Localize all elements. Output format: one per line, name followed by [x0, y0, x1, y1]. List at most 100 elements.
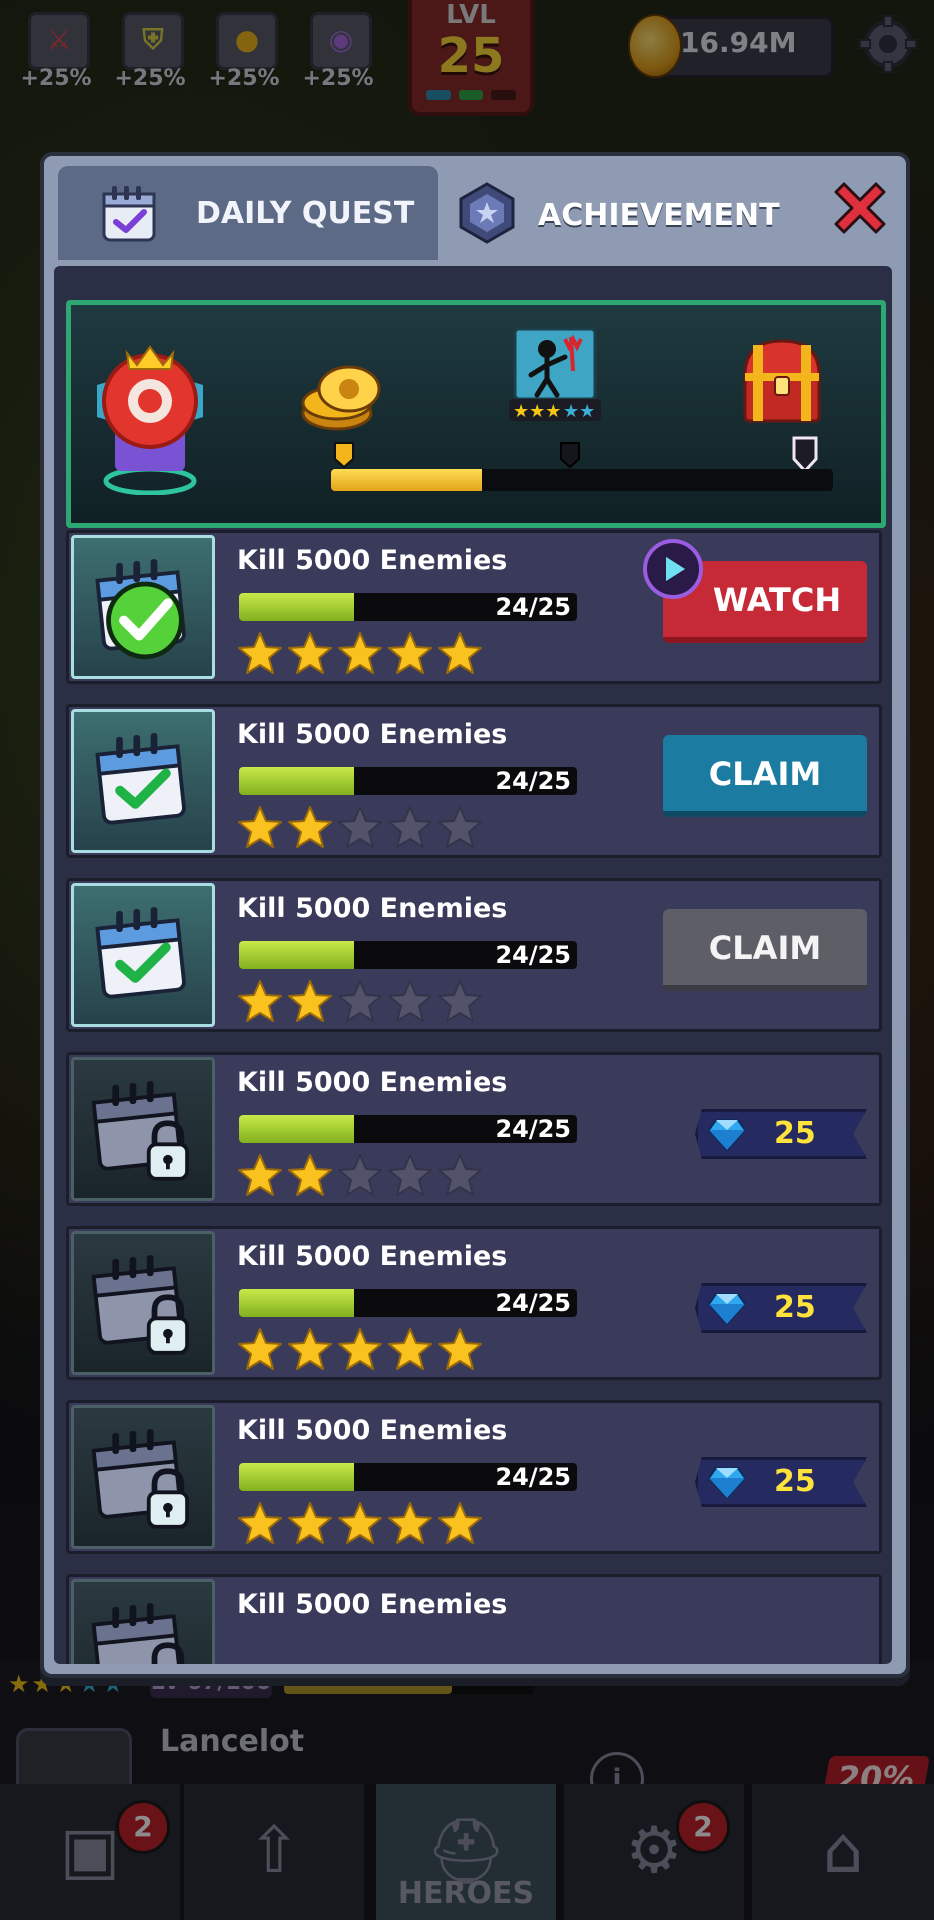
calendar-check-icon	[95, 733, 186, 825]
star-filled-icon	[338, 1502, 382, 1544]
quest-progress-text: 24/25	[495, 1289, 571, 1317]
claim-button[interactable]: CLAIM	[663, 735, 867, 817]
star-empty-icon	[438, 1154, 482, 1196]
star-filled-icon	[288, 1328, 332, 1370]
quest-star-rating	[237, 805, 483, 849]
quest-title: Kill 5000 Enemies	[237, 893, 508, 924]
quest-title: Kill 5000 Enemies	[237, 719, 508, 750]
quest-icon	[71, 1405, 215, 1549]
quest-row: Kill 5000 Enemies 24/25 25	[66, 1400, 882, 1554]
quest-progress-fill	[239, 1115, 354, 1143]
quest-star-rating	[237, 631, 483, 675]
quest-row: Kill 5000 Enemies 24/25 25	[66, 1052, 882, 1206]
star-filled-icon	[388, 632, 432, 674]
quest-progress-fill	[239, 941, 354, 969]
gem-reward-value: 25	[774, 1464, 816, 1499]
quest-icon	[71, 1579, 215, 1664]
star-filled-icon	[388, 1502, 432, 1544]
star-filled-icon	[288, 632, 332, 674]
quest-progress-bar: 24/25	[239, 1115, 577, 1143]
quest-title: Kill 5000 Enemies	[237, 1241, 508, 1272]
calendar-locked-icon	[91, 1081, 190, 1181]
quest-progress-text: 24/25	[495, 593, 571, 621]
calendar-check-icon	[102, 186, 156, 242]
milestone-progress-bar	[331, 469, 833, 491]
star-empty-icon	[388, 980, 432, 1022]
boss-medal-icon[interactable]	[87, 331, 213, 495]
star-filled-icon	[438, 1328, 482, 1370]
star-filled-icon	[238, 1328, 282, 1370]
quest-progress-text: 24/25	[495, 767, 571, 795]
close-icon[interactable]	[828, 176, 892, 240]
quest-star-rating	[237, 1501, 483, 1545]
diamond-icon	[708, 1119, 746, 1152]
milestone-rewards-track: ★★★ ★★	[66, 300, 886, 528]
star-filled-icon	[288, 1502, 332, 1544]
star-empty-icon	[338, 806, 382, 848]
quest-progress-bar: 24/25	[239, 767, 577, 795]
star-empty-icon	[338, 1154, 382, 1196]
quest-progress-text: 24/25	[495, 1115, 571, 1143]
star-filled-icon	[238, 632, 282, 674]
milestone-marker-2	[559, 441, 581, 469]
quest-modal: DAILY QUEST ACHIEVEMENT ★★★ ★★ Kill 5000…	[40, 152, 910, 1678]
quest-icon	[71, 1231, 215, 1375]
star-filled-icon	[238, 1154, 282, 1196]
quest-progress-fill	[239, 593, 354, 621]
calendar-check-icon	[95, 907, 186, 999]
claim-button-disabled[interactable]: CLAIM	[663, 909, 867, 991]
star-filled-icon	[438, 1502, 482, 1544]
milestone-marker-1	[333, 441, 355, 469]
quest-progress-bar: 24/25	[239, 941, 577, 969]
star-filled-icon	[238, 806, 282, 848]
svg-text:★★★: ★★★	[513, 401, 561, 422]
gem-reward-value: 25	[774, 1116, 816, 1151]
tab-daily-quest[interactable]: DAILY QUEST	[58, 166, 438, 260]
quest-progress-fill	[239, 1289, 354, 1317]
star-empty-icon	[438, 806, 482, 848]
quest-progress-fill	[239, 1463, 354, 1491]
tab-achievement[interactable]: ACHIEVEMENT	[440, 166, 820, 260]
gem-reward: 25	[695, 1283, 867, 1333]
svg-text:★★: ★★	[563, 401, 595, 422]
quest-star-rating	[237, 1327, 483, 1371]
star-empty-icon	[388, 806, 432, 848]
star-empty-icon	[388, 1154, 432, 1196]
diamond-icon	[708, 1293, 746, 1326]
quest-icon	[71, 883, 215, 1027]
achievement-badge-icon	[459, 182, 515, 244]
quest-row: Kill 5000 Enemies	[66, 1574, 882, 1664]
hero-card-icon[interactable]: ★★★ ★★	[509, 327, 601, 423]
calendar-locked-icon	[91, 1255, 190, 1355]
star-filled-icon	[288, 1154, 332, 1196]
gem-reward: 25	[695, 1457, 867, 1507]
star-filled-icon	[288, 980, 332, 1022]
gem-reward: 25	[695, 1109, 867, 1159]
treasure-chest-icon[interactable]	[739, 335, 825, 427]
quest-star-rating	[237, 979, 483, 1023]
quest-row: Kill 5000 Enemies 24/25 CLAIM	[66, 704, 882, 858]
quest-progress-bar: 24/25	[239, 593, 577, 621]
quest-list-panel[interactable]: ★★★ ★★ Kill 5000 Enemies 24/25 WATCH Kil…	[54, 266, 892, 1664]
quest-progress-fill	[239, 767, 354, 795]
quest-row: Kill 5000 Enemies 24/25 25	[66, 1226, 882, 1380]
quest-icon	[71, 709, 215, 853]
quest-progress-text: 24/25	[495, 941, 571, 969]
calendar-locked-icon	[91, 1603, 185, 1664]
quest-title: Kill 5000 Enemies	[237, 1589, 508, 1620]
star-filled-icon	[338, 632, 382, 674]
star-filled-icon	[288, 806, 332, 848]
quest-row: Kill 5000 Enemies 24/25 CLAIM	[66, 878, 882, 1032]
star-empty-icon	[338, 980, 382, 1022]
quest-progress-bar: 24/25	[239, 1463, 577, 1491]
quest-progress-bar: 24/25	[239, 1289, 577, 1317]
star-filled-icon	[388, 1328, 432, 1370]
calendar-locked-icon	[91, 1429, 190, 1529]
play-video-icon	[643, 539, 703, 599]
coin-stack-icon[interactable]	[297, 355, 385, 435]
star-filled-icon	[338, 1328, 382, 1370]
quest-title: Kill 5000 Enemies	[237, 1067, 508, 1098]
star-empty-icon	[438, 980, 482, 1022]
milestone-progress-fill	[331, 469, 482, 491]
quest-icon	[71, 535, 215, 679]
